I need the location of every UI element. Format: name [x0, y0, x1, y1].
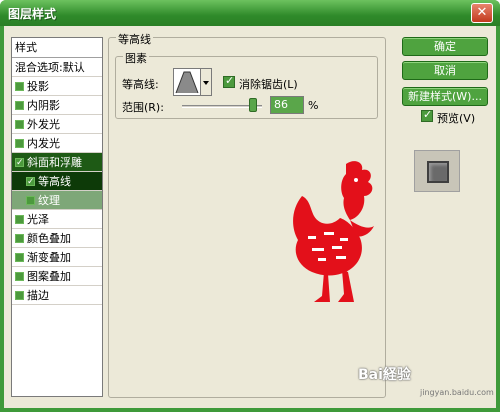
- style-item-texture[interactable]: 纹理: [12, 191, 102, 210]
- checkbox-icon[interactable]: [26, 195, 35, 205]
- close-button[interactable]: ✕: [471, 3, 493, 23]
- range-input[interactable]: 86: [270, 96, 304, 114]
- style-item-contour[interactable]: 等高线: [12, 172, 102, 192]
- style-item-color-overlay[interactable]: 颜色叠加: [12, 229, 102, 248]
- dialog-client-area: 样式 混合选项:默认 投影 内阴影 外发光 内发光 斜面和浮雕 等高线 纹理 光…: [4, 26, 496, 408]
- cancel-button[interactable]: 取消: [402, 61, 488, 80]
- antialias-label[interactable]: 消除锯齿(L): [239, 76, 298, 92]
- checkbox-checked-icon[interactable]: [26, 173, 35, 192]
- style-item-bevel-emboss[interactable]: 斜面和浮雕: [12, 153, 102, 173]
- checkbox-icon[interactable]: [15, 100, 24, 110]
- contour-curve-preview[interactable]: [173, 68, 201, 96]
- style-item-outer-glow[interactable]: 外发光: [12, 115, 102, 134]
- checkbox-icon[interactable]: [15, 81, 24, 91]
- contour-label: 等高线:: [122, 78, 159, 91]
- style-item-inner-shadow[interactable]: 内阴影: [12, 96, 102, 115]
- preview-checkbox[interactable]: [421, 108, 433, 122]
- style-list-header[interactable]: 样式: [12, 38, 102, 58]
- title-bar[interactable]: 图层样式 ✕: [0, 0, 500, 26]
- blend-options-item[interactable]: 混合选项:默认: [12, 58, 102, 77]
- range-label: 范围(R):: [122, 101, 164, 114]
- style-item-inner-glow[interactable]: 内发光: [12, 134, 102, 153]
- preview-label[interactable]: 预览(V): [437, 110, 475, 126]
- checkbox-icon[interactable]: [15, 233, 24, 243]
- checkbox-icon[interactable]: [15, 214, 24, 224]
- style-item-drop-shadow[interactable]: 投影: [12, 77, 102, 96]
- style-preview-swatch: [414, 150, 460, 192]
- watermark-url: jingyan.baidu.com: [420, 388, 494, 397]
- checkbox-icon[interactable]: [15, 290, 24, 300]
- style-item-pattern-overlay[interactable]: 图案叠加: [12, 267, 102, 286]
- ok-button[interactable]: 确定: [402, 37, 488, 56]
- layer-style-dialog: 图层样式 ✕ 样式 混合选项:默认 投影 内阴影 外发光 内发光 斜面和浮雕 等…: [0, 0, 500, 412]
- range-slider-thumb[interactable]: [249, 98, 257, 112]
- checkbox-icon[interactable]: [15, 119, 24, 129]
- close-icon: ✕: [476, 5, 488, 20]
- new-style-button[interactable]: 新建样式(W)...: [402, 87, 488, 106]
- style-item-stroke[interactable]: 描边: [12, 286, 102, 305]
- style-item-gradient-overlay[interactable]: 渐变叠加: [12, 248, 102, 267]
- contour-group-title: 等高线: [116, 31, 153, 47]
- elements-group-title: 图素: [123, 50, 149, 66]
- antialias-checkbox[interactable]: [223, 74, 235, 88]
- rooster-papercut-image: [293, 161, 374, 302]
- contour-dropdown-arrow[interactable]: [201, 68, 212, 96]
- style-item-satin[interactable]: 光泽: [12, 210, 102, 229]
- checkbox-checked-icon[interactable]: [15, 154, 24, 173]
- watermark: Bai経验: [358, 367, 411, 383]
- range-unit: %: [308, 99, 319, 112]
- contour-curve-icon: [175, 71, 199, 94]
- style-list: 样式 混合选项:默认 投影 内阴影 外发光 内发光 斜面和浮雕 等高线 纹理 光…: [11, 37, 103, 397]
- window-title: 图层样式: [8, 7, 57, 21]
- checkbox-icon[interactable]: [15, 138, 24, 148]
- checkbox-icon[interactable]: [15, 252, 24, 262]
- preview-thumbnail: [427, 161, 449, 183]
- checkbox-icon[interactable]: [15, 271, 24, 281]
